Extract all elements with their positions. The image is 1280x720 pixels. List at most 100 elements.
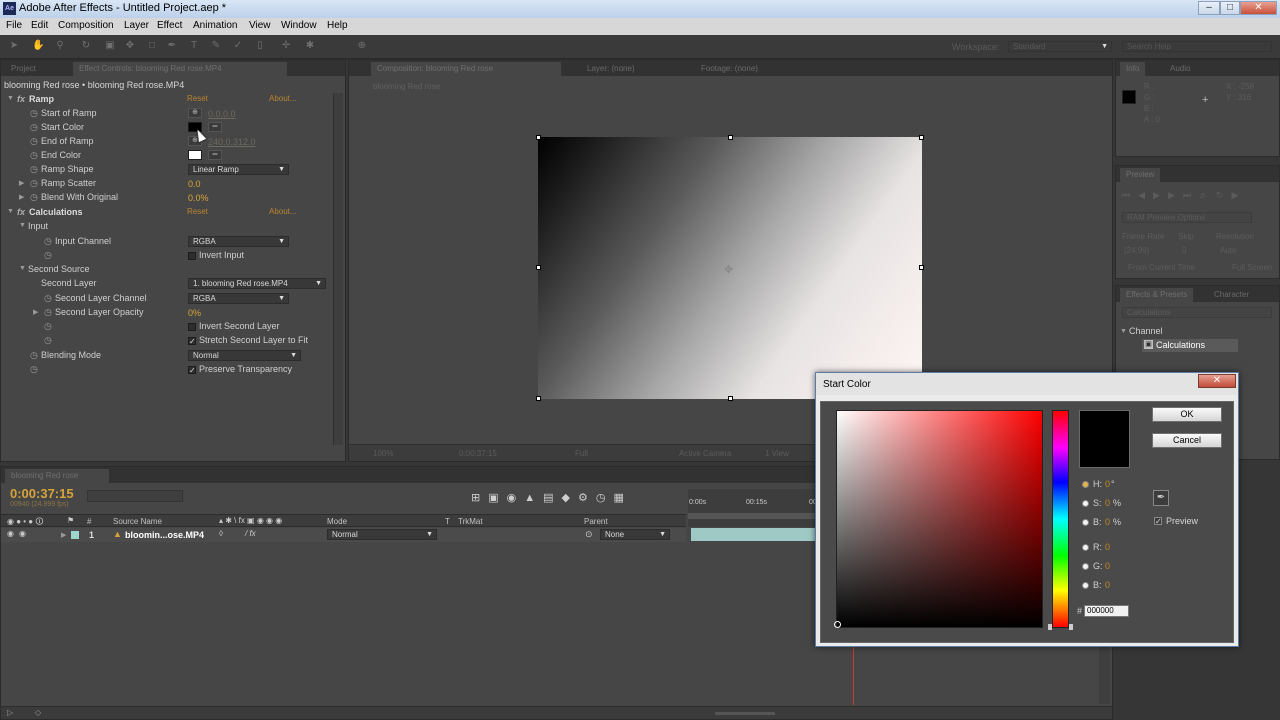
handle-mid-left[interactable] bbox=[536, 265, 541, 270]
toggle-modes-icon[interactable]: ◇ bbox=[35, 708, 41, 717]
toggle-switches-icon[interactable]: ▷ bbox=[7, 708, 13, 717]
stopwatch-icon[interactable]: ◷ bbox=[30, 350, 38, 361]
end-of-ramp-value[interactable]: 240.0,312.0 bbox=[208, 137, 256, 147]
stopwatch-icon[interactable]: ◷ bbox=[30, 108, 38, 119]
input-channel-select[interactable]: RGBA ▼ bbox=[188, 236, 289, 247]
play-icon[interactable]: ▶ bbox=[1153, 190, 1168, 200]
view-value[interactable]: 1 View bbox=[765, 449, 789, 458]
render-queue-icon[interactable]: ▦ bbox=[613, 492, 631, 504]
trkmat-column[interactable]: TrkMat bbox=[458, 517, 483, 526]
tab-effect-controls[interactable]: Effect Controls: blooming Red rose.MP4 bbox=[73, 62, 287, 76]
eye-icon[interactable]: ◉ bbox=[7, 529, 14, 538]
stopwatch-icon[interactable]: ◷ bbox=[44, 307, 52, 318]
r-radio[interactable] bbox=[1082, 544, 1089, 551]
crosshair-point-icon[interactable]: ⊕ bbox=[188, 108, 202, 118]
handle-top-left[interactable] bbox=[536, 135, 541, 140]
stopwatch-icon[interactable]: ◷ bbox=[30, 192, 38, 203]
cancel-button[interactable]: Cancel bbox=[1152, 433, 1222, 448]
handle-mid-right[interactable] bbox=[919, 265, 924, 270]
current-time[interactable]: 0:00:37:15 bbox=[459, 449, 497, 458]
skip-value[interactable]: 0 bbox=[1182, 246, 1186, 255]
workspace-select[interactable]: Standard ▼ bbox=[1008, 41, 1112, 52]
loop-icon[interactable]: ↻ bbox=[1216, 190, 1232, 200]
expand-triangle-icon[interactable]: ▶ bbox=[19, 179, 24, 187]
calculations-about-button[interactable]: About... bbox=[269, 207, 297, 216]
ramp-effect-row[interactable]: ▼ fx Ramp Reset About... bbox=[0, 93, 332, 107]
graph-editor-icon[interactable]: ⚙ bbox=[578, 492, 596, 504]
s-radio[interactable] bbox=[1082, 500, 1089, 507]
from-current-time-label[interactable]: From Current Time bbox=[1128, 263, 1195, 272]
camera-value[interactable]: Active Camera bbox=[679, 449, 731, 458]
fx-switch-icon[interactable]: / fx bbox=[245, 529, 256, 538]
work-area-bar[interactable] bbox=[688, 513, 818, 519]
stopwatch-icon[interactable]: ◷ bbox=[30, 150, 38, 161]
end-color-swatch[interactable] bbox=[188, 150, 202, 160]
menu-layer[interactable]: Layer bbox=[124, 20, 149, 31]
menu-file[interactable]: File bbox=[6, 20, 22, 31]
resolution-value-right[interactable]: Auto bbox=[1220, 246, 1236, 255]
tab-info[interactable]: Info bbox=[1120, 62, 1146, 76]
blend-with-original-value[interactable]: 0.0% bbox=[188, 193, 209, 203]
time-ruler[interactable]: 0:00s 00:15s 00: bbox=[688, 489, 819, 527]
brush-tool-icon[interactable]: ✎ bbox=[210, 40, 222, 52]
pan-behind-tool-icon[interactable]: ✥ bbox=[124, 40, 136, 52]
full-screen-label[interactable]: Full Screen bbox=[1232, 263, 1272, 272]
expand-triangle-icon[interactable]: ▼ bbox=[19, 265, 26, 272]
handle-bottom-left[interactable] bbox=[536, 396, 541, 401]
resolution-value[interactable]: Full bbox=[575, 449, 588, 458]
stopwatch-icon[interactable]: ◷ bbox=[44, 236, 52, 247]
zoom-slider[interactable] bbox=[715, 712, 775, 715]
preserve-transparency-checkbox[interactable]: ✓ bbox=[188, 366, 196, 375]
motion-blur-icon[interactable]: ▤ bbox=[543, 492, 561, 504]
handle-bottom-mid[interactable] bbox=[728, 396, 733, 401]
menu-effect[interactable]: Effect bbox=[157, 20, 182, 31]
preview-checkbox[interactable]: ✓ bbox=[1154, 517, 1162, 526]
stopwatch-icon[interactable]: ◷ bbox=[30, 122, 38, 133]
tab-composition[interactable]: Composition: blooming Red rose bbox=[371, 62, 561, 76]
close-window-button[interactable]: ✕ bbox=[1240, 1, 1277, 15]
saturation-brightness-field[interactable] bbox=[836, 410, 1043, 628]
expand-triangle-icon[interactable]: ▼ bbox=[1120, 328, 1127, 335]
current-time-indicator[interactable] bbox=[853, 647, 854, 705]
hex-input[interactable]: 000000 bbox=[1084, 605, 1129, 617]
h-radio[interactable] bbox=[1082, 481, 1089, 488]
handle-top-right[interactable] bbox=[919, 135, 924, 140]
calculations-reset-button[interactable]: Reset bbox=[187, 207, 208, 216]
fx-icon[interactable]: fx bbox=[17, 207, 25, 217]
pickwhip-icon[interactable]: ⊙ bbox=[585, 529, 593, 540]
tab-audio[interactable]: Audio bbox=[1164, 62, 1196, 76]
text-tool-icon[interactable]: T bbox=[188, 40, 200, 52]
stopwatch-icon[interactable]: ◷ bbox=[30, 136, 38, 147]
frame-rate-value[interactable]: (24.99) bbox=[1124, 246, 1149, 255]
ok-button[interactable]: OK bbox=[1152, 407, 1222, 422]
layer-label-color[interactable] bbox=[71, 531, 79, 539]
hand-tool-icon[interactable]: ✋ bbox=[32, 40, 44, 52]
g-radio[interactable] bbox=[1082, 563, 1089, 570]
puppet-tool-icon[interactable]: ✱ bbox=[304, 40, 316, 52]
selection-tool-icon[interactable]: ➤ bbox=[8, 40, 20, 52]
eraser-tool-icon[interactable]: ▯ bbox=[254, 40, 266, 52]
second-layer-opacity-value[interactable]: 0% bbox=[188, 308, 201, 318]
ramp-reset-button[interactable]: Reset bbox=[187, 94, 208, 103]
stopwatch-icon[interactable]: ◷ bbox=[30, 164, 38, 175]
audio-toggle-icon[interactable]: ◉ bbox=[19, 529, 26, 538]
invert-second-layer-checkbox[interactable] bbox=[188, 323, 196, 331]
stopwatch-icon[interactable]: ◷ bbox=[30, 178, 38, 189]
stretch-second-layer-checkbox[interactable]: ✓ bbox=[188, 337, 196, 346]
menu-edit[interactable]: Edit bbox=[31, 20, 48, 31]
channel-category[interactable]: Channel bbox=[1129, 326, 1163, 336]
menu-window[interactable]: Window bbox=[281, 20, 317, 31]
r-value[interactable]: 0 bbox=[1105, 542, 1110, 552]
expand-triangle-icon[interactable]: ▼ bbox=[7, 95, 14, 102]
color-picker-marker[interactable] bbox=[834, 621, 841, 628]
stopwatch-icon[interactable]: ◷ bbox=[44, 250, 52, 261]
last-frame-icon[interactable]: ⏭ bbox=[1183, 190, 1199, 200]
hue-slider-handle[interactable] bbox=[1048, 624, 1073, 630]
calculations-effect-item[interactable]: ▣ Calculations bbox=[1142, 339, 1238, 352]
hide-shy-icon[interactable]: ◉ bbox=[507, 492, 525, 504]
composition-breadcrumb[interactable]: blooming Red rose bbox=[373, 82, 440, 91]
zoom-tool-icon[interactable]: ⚲ bbox=[54, 40, 66, 52]
ramp-about-button[interactable]: About... bbox=[269, 94, 297, 103]
blending-mode-select[interactable]: Normal ▼ bbox=[188, 350, 301, 361]
comp-mini-flowchart-icon[interactable]: ⊞ bbox=[471, 492, 488, 504]
